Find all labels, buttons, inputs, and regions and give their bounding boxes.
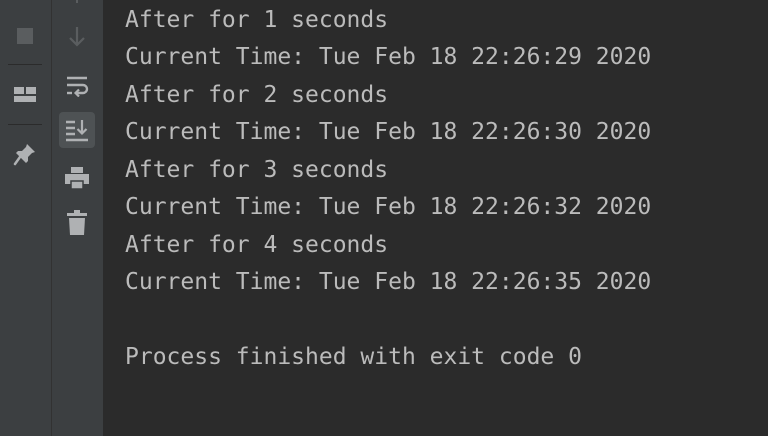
console-line-exit: Process finished with exit code 0 [125, 344, 582, 370]
trash-icon [66, 210, 88, 236]
console-line: Current Time: Tue Feb 18 22:26:30 2020 [125, 119, 652, 145]
stop-button[interactable] [7, 18, 43, 54]
up-button[interactable] [59, 0, 95, 14]
print-icon [64, 166, 90, 190]
print-button[interactable] [59, 160, 95, 196]
pin-icon [13, 142, 37, 166]
console-line: Current Time: Tue Feb 18 22:26:35 2020 [125, 269, 652, 295]
down-button[interactable] [59, 19, 95, 55]
console-line: Current Time: Tue Feb 18 22:26:29 2020 [125, 44, 652, 70]
console-line: After for 1 seconds [125, 7, 389, 33]
console-toolbar [51, 0, 103, 436]
console-line: Current Time: Tue Feb 18 22:26:32 2020 [125, 194, 652, 220]
down-arrow-icon [66, 25, 88, 49]
scroll-to-end-icon [64, 118, 90, 142]
up-arrow-icon [67, 0, 87, 6]
soft-wrap-icon [65, 73, 89, 97]
scroll-to-end-button[interactable] [59, 112, 95, 148]
stop-icon [16, 27, 34, 45]
console-line: After for 2 seconds [125, 82, 389, 108]
pin-button[interactable] [7, 136, 43, 172]
separator [8, 64, 42, 65]
clear-button[interactable] [59, 205, 95, 241]
console-line: After for 4 seconds [125, 232, 389, 258]
console-output[interactable]: After for 1 seconds Current Time: Tue Fe… [103, 0, 768, 436]
soft-wrap-button[interactable] [59, 67, 95, 103]
console-line: After for 3 seconds [125, 157, 389, 183]
left-toolbar [0, 0, 51, 436]
layout-icon [13, 85, 37, 105]
separator [8, 124, 42, 125]
layout-button[interactable] [7, 77, 43, 113]
